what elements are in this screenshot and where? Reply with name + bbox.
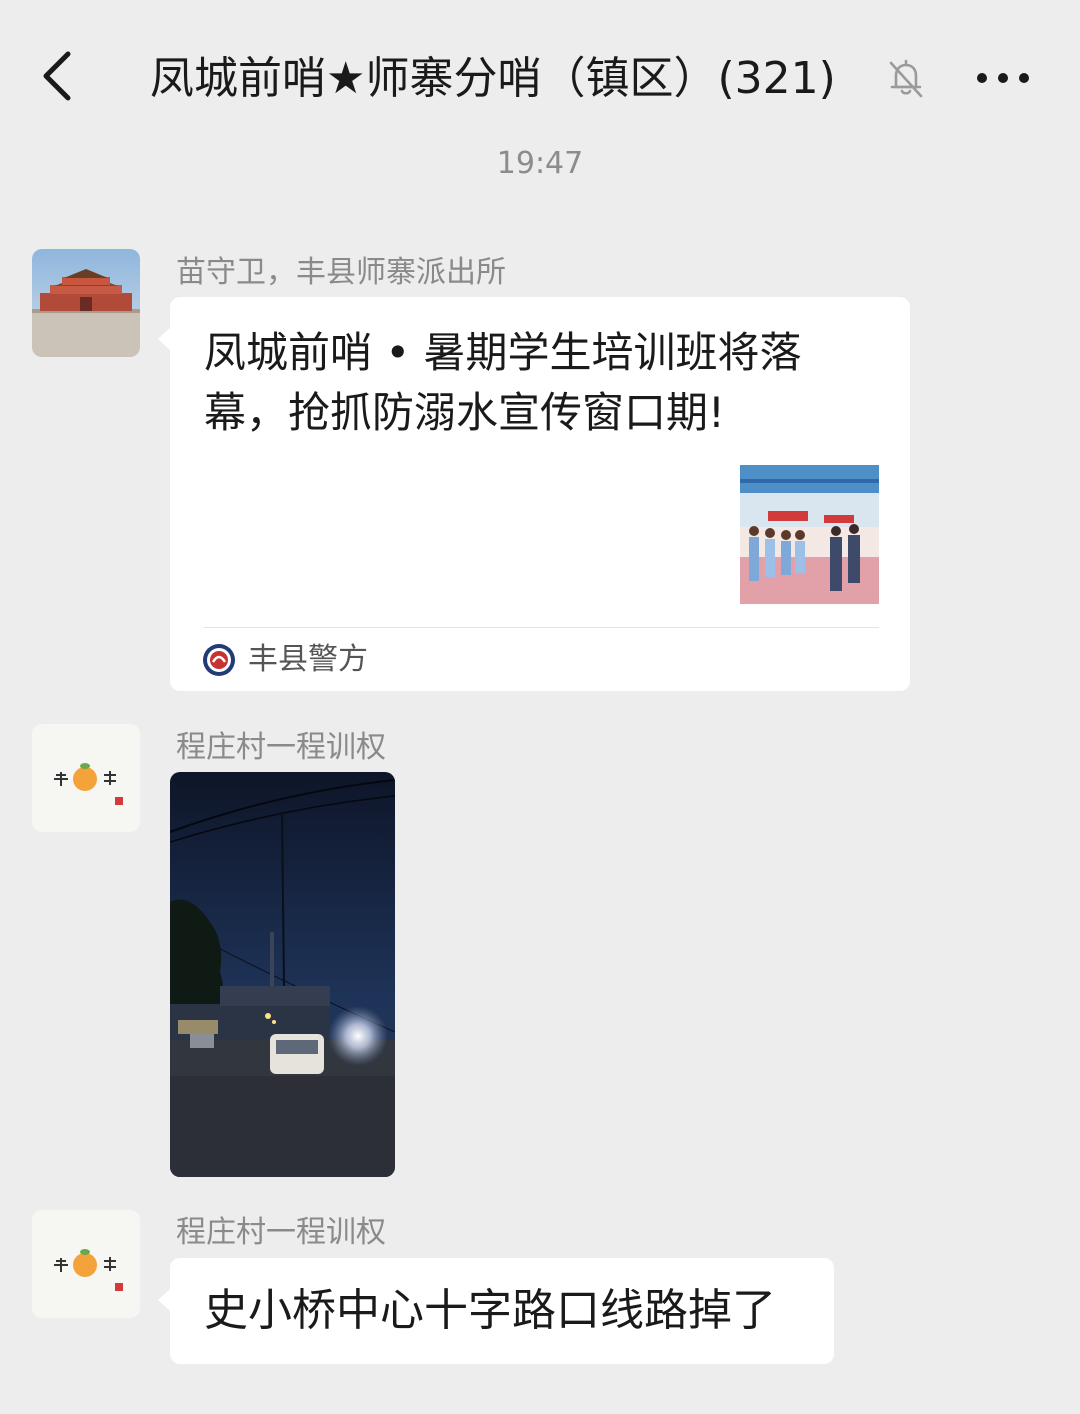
avatar[interactable] [32, 1210, 140, 1318]
link-card-source: 丰县警方 [248, 642, 368, 677]
chevron-left-icon [43, 51, 71, 101]
link-card-divider [204, 627, 879, 628]
bell-off-icon [882, 54, 930, 102]
sender-name: 程庄村一程训权 [176, 1215, 386, 1250]
message-text: 史小桥中心十字路口线路掉了 [204, 1285, 776, 1336]
image-message[interactable] [170, 772, 395, 1177]
orange-logo-avatar-image [32, 1210, 140, 1318]
sender-name: 苗守卫，丰县师寨派出所 [176, 255, 506, 290]
avatar[interactable] [32, 249, 140, 357]
more-button[interactable] [968, 50, 1038, 106]
chat-header: 凤城前哨★师寨分哨（镇区）(321) [0, 0, 1080, 150]
message-timestamp: 19:47 [496, 146, 584, 181]
night-street-photo [170, 772, 395, 1177]
chat-screen: 凤城前哨★师寨分哨（镇区）(321) 19:47 苗守卫，丰县师寨派出所 凤城前… [0, 0, 1080, 1414]
back-button[interactable] [30, 40, 90, 110]
text-message[interactable]: 史小桥中心十字路口线路掉了 [158, 1258, 834, 1364]
tiananmen-avatar-image [32, 249, 140, 357]
police-badge-icon [202, 643, 236, 677]
more-horizontal-icon [977, 73, 1029, 83]
link-card-message[interactable]: 凤城前哨 • 暑期学生培训班将落幕，抢抓防溺水宣传窗口期! 丰县警方 [158, 297, 910, 691]
chat-title: 凤城前哨★师寨分哨（镇区）(321) [150, 53, 836, 104]
link-card-thumbnail [740, 465, 879, 604]
orange-logo-avatar-image [32, 724, 140, 832]
sender-name: 程庄村一程训权 [176, 730, 386, 765]
avatar[interactable] [32, 724, 140, 832]
link-card-title: 凤城前哨 • 暑期学生培训班将落幕，抢抓防溺水宣传窗口期! [204, 328, 802, 437]
